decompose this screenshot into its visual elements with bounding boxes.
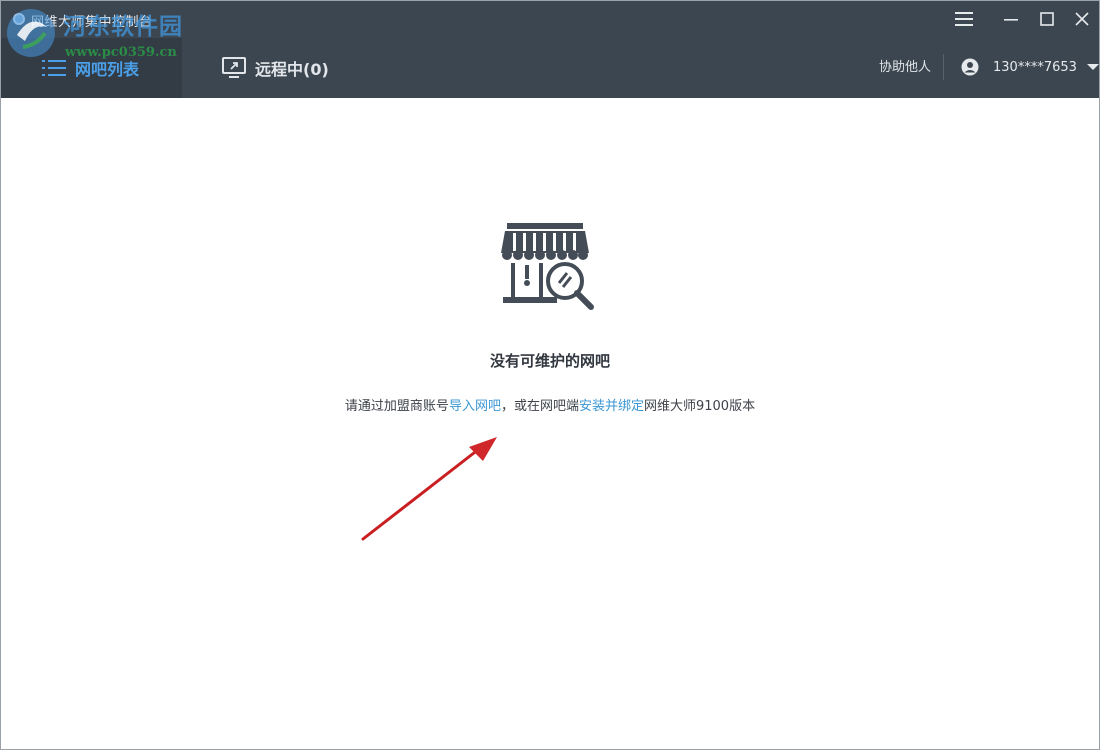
minimize-icon xyxy=(1004,19,1018,21)
empty-state-title: 没有可维护的网吧 xyxy=(489,352,610,370)
close-button[interactable] xyxy=(1067,5,1097,33)
tab-remote[interactable]: 远程中(0) xyxy=(221,38,361,98)
header-divider xyxy=(943,54,944,80)
title-bar[interactable]: 网维大师集中控制台 xyxy=(1,1,1099,38)
maximize-icon xyxy=(1040,12,1054,26)
close-icon xyxy=(1075,12,1089,26)
window-title: 网维大师集中控制台 xyxy=(31,15,153,30)
remote-desktop-icon xyxy=(221,57,247,79)
tab-netbar-list[interactable]: 网吧列表 xyxy=(1,38,182,98)
maximize-button[interactable] xyxy=(1032,5,1062,33)
desc-text-3: 网维大师9100版本 xyxy=(643,399,756,414)
tab-remote-label: 远程中(0) xyxy=(255,60,329,79)
store-search-icon xyxy=(501,223,594,310)
tab-netbar-list-label: 网吧列表 xyxy=(75,60,140,79)
user-name: 130****7653 xyxy=(993,59,1077,75)
empty-state-description: 请通过加盟商账号导入网吧，或在网吧端安装并绑定网维大师9100版本 xyxy=(1,395,1099,414)
minimize-button[interactable] xyxy=(996,5,1026,33)
list-icon xyxy=(41,57,67,79)
install-bind-link[interactable]: 安装并绑定 xyxy=(579,399,644,414)
tab-bar: 网吧列表 远程中(0) 协助他人 130****7653 xyxy=(1,38,1099,98)
import-netbar-link[interactable]: 导入网吧 xyxy=(449,399,501,414)
assist-others-link[interactable]: 协助他人 xyxy=(879,56,931,75)
app-logo-icon xyxy=(13,13,25,25)
user-avatar-icon xyxy=(961,58,979,76)
desc-text-1: 请通过加盟商账号 xyxy=(344,399,449,414)
annotation-arrow-icon xyxy=(361,437,497,541)
desc-text-2: ，或在网吧端 xyxy=(500,399,579,414)
caret-down-icon xyxy=(1086,64,1099,70)
user-menu[interactable]: 130****7653 xyxy=(961,54,1099,80)
app-window: 网维大师集中控制台 网吧列表 远程中(0) 协助他人 130****7653 河… xyxy=(0,0,1100,750)
hamburger-menu-icon xyxy=(955,12,973,26)
menu-button[interactable] xyxy=(949,5,979,33)
